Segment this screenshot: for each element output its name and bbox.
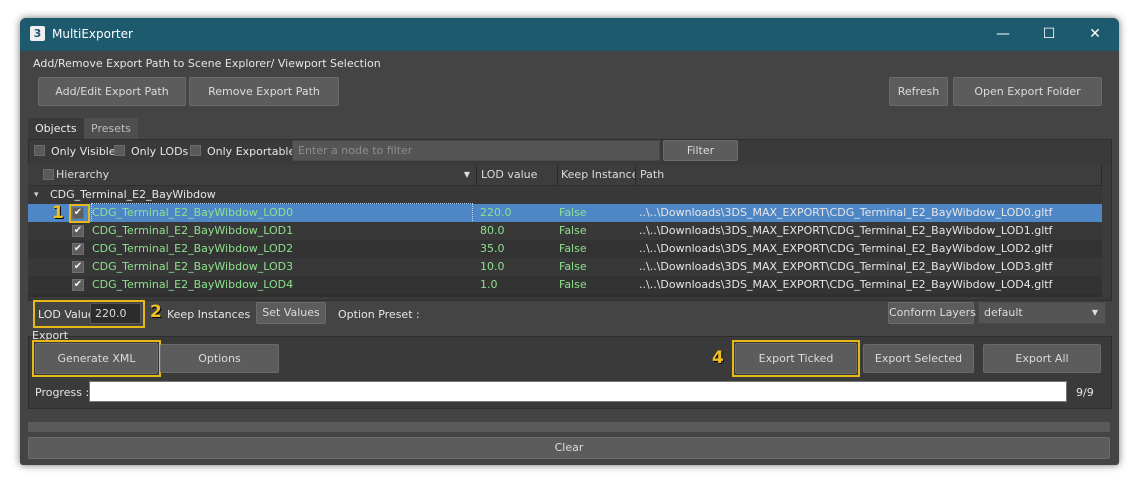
node-filter-input[interactable] [292, 140, 660, 161]
option-preset-selected: default [984, 306, 1023, 319]
row-lod-value: 10.0 [480, 260, 505, 273]
column-header-path[interactable]: Path [636, 165, 1102, 185]
row-lod-value: 80.0 [480, 224, 505, 237]
lod-value-label: LOD Value [38, 308, 95, 321]
only-visible-checkbox[interactable] [34, 145, 45, 156]
option-preset-dropdown[interactable]: default ▼ [978, 302, 1106, 324]
row-lod-value: 35.0 [480, 242, 505, 255]
row-lod-value: 1.0 [480, 278, 498, 291]
row-node-name: CDG_Terminal_E2_BayWibdow_LOD3 [92, 260, 294, 273]
row-node-name: CDG_Terminal_E2_BayWibdow_LOD4 [92, 278, 294, 291]
row-export-checkbox[interactable]: ✔ [72, 279, 84, 291]
row-export-checkbox[interactable]: ✔ [72, 261, 84, 273]
tab-presets[interactable]: Presets [84, 118, 139, 139]
table-row[interactable]: ✔ CDG_Terminal_E2_BayWibdow_LOD3 10.0 False… [28, 258, 1102, 276]
only-visible-label: Only Visible [51, 145, 116, 158]
only-exportable-label: Only Exportable [207, 145, 296, 158]
clear-button[interactable]: Clear [28, 437, 1110, 459]
filter-button[interactable]: Filter [663, 140, 738, 161]
table-row[interactable]: ✔ CDG_Terminal_E2_BayWibdow_LOD0 220.0 Fals… [28, 203, 1102, 223]
group-name: CDG_Terminal_E2_BayWibdow [50, 188, 216, 201]
add-edit-export-path-button[interactable]: Add/Edit Export Path [38, 77, 186, 106]
column-header-hierarchy-label: Hierarchy [56, 168, 110, 181]
tab-objects[interactable]: Objects [28, 118, 84, 139]
group-row[interactable]: ▾ CDG_Terminal_E2_BayWibdow [28, 186, 1102, 204]
column-header-lod-value[interactable]: LOD value [477, 165, 558, 185]
row-path: ..\..\Downloads\3DS_MAX_EXPORT\CDG_Termi… [639, 278, 1053, 291]
export-ticked-button[interactable]: Export Ticked [735, 343, 857, 374]
table-row[interactable]: ✔ CDG_Terminal_E2_BayWibdow_LOD4 1.0 False.… [28, 276, 1102, 294]
column-header-hierarchy[interactable]: Hierarchy ▼ [28, 165, 477, 185]
remove-export-path-button[interactable]: Remove Export Path [189, 77, 339, 106]
column-header-keep-instances[interactable]: Keep Instances [558, 165, 636, 185]
expand-group-icon[interactable]: ▾ [34, 186, 39, 204]
row-path: ..\..\Downloads\3DS_MAX_EXPORT\CDG_Termi… [639, 224, 1053, 237]
row-keep-instances: False [559, 224, 587, 237]
row-keep-instances: False [559, 206, 587, 219]
option-preset-label: Option Preset : [338, 308, 420, 321]
progress-label: Progress : [35, 386, 90, 399]
lod-value-input[interactable] [90, 303, 141, 324]
close-button[interactable]: ✕ [1072, 18, 1118, 51]
sort-arrow-icon: ▼ [463, 170, 470, 179]
minimize-button[interactable]: — [980, 18, 1026, 51]
marker-1: 1 [52, 203, 64, 223]
table-row[interactable]: ✔ CDG_Terminal_E2_BayWibdow_LOD2 35.0 False… [28, 240, 1102, 258]
only-lods-label: Only LODs [131, 145, 189, 158]
only-lods-checkbox[interactable] [114, 145, 125, 156]
set-values-button[interactable]: Set Values [256, 302, 326, 324]
progress-count: 9/9 [1076, 386, 1094, 399]
row-node-name: CDG_Terminal_E2_BayWibdow_LOD2 [92, 242, 294, 255]
dropdown-arrow-icon: ▼ [1091, 308, 1098, 317]
marker-2: 2 [150, 302, 162, 322]
export-path-section-label: Add/Remove Export Path to Scene Explorer… [33, 57, 381, 70]
row-keep-instances: False [559, 242, 587, 255]
select-all-checkbox[interactable] [43, 169, 54, 180]
app-icon: 3 [30, 26, 45, 41]
row-export-checkbox[interactable]: ✔ [72, 225, 84, 237]
highlight-box-checkbox [69, 204, 90, 223]
progress-bar [89, 381, 1067, 402]
title-bar[interactable]: 3 MultiExporter — ☐ ✕ [20, 18, 1119, 51]
row-keep-instances: False [559, 278, 587, 291]
marker-4: 4 [712, 348, 724, 368]
row-path: ..\..\Downloads\3DS_MAX_EXPORT\CDG_Termi… [639, 206, 1053, 219]
table-row[interactable]: ✔ CDG_Terminal_E2_BayWibdow_LOD1 80.0 False… [28, 222, 1102, 240]
window-title: MultiExporter [52, 27, 133, 41]
row-path: ..\..\Downloads\3DS_MAX_EXPORT\CDG_Termi… [639, 260, 1053, 273]
table-scrollbar[interactable] [1102, 165, 1110, 297]
row-lod-value: 220.0 [480, 206, 512, 219]
row-path: ..\..\Downloads\3DS_MAX_EXPORT\CDG_Termi… [639, 242, 1053, 255]
row-export-checkbox[interactable]: ✔ [72, 243, 84, 255]
refresh-button[interactable]: Refresh [889, 77, 948, 106]
open-export-folder-button[interactable]: Open Export Folder [953, 77, 1102, 106]
footer-scroll-track[interactable] [28, 422, 1110, 432]
export-all-button[interactable]: Export All [983, 344, 1101, 373]
options-button[interactable]: Options [160, 344, 279, 373]
export-selected-button[interactable]: Export Selected [863, 344, 974, 373]
keep-instances-label[interactable]: Keep Instances [167, 308, 250, 321]
row-node-name: CDG_Terminal_E2_BayWibdow_LOD0 [91, 203, 473, 223]
only-exportable-checkbox[interactable] [190, 145, 201, 156]
tab-bar: Objects Presets [28, 118, 328, 139]
row-keep-instances: False [559, 260, 587, 273]
generate-xml-button[interactable]: Generate XML [35, 343, 158, 374]
maximize-button[interactable]: ☐ [1026, 18, 1072, 51]
hierarchy-table: Hierarchy ▼ LOD value Keep Instances Pat… [28, 165, 1110, 297]
row-node-name: CDG_Terminal_E2_BayWibdow_LOD1 [92, 224, 294, 237]
conform-layers-button[interactable]: Conform Layers [888, 302, 976, 324]
